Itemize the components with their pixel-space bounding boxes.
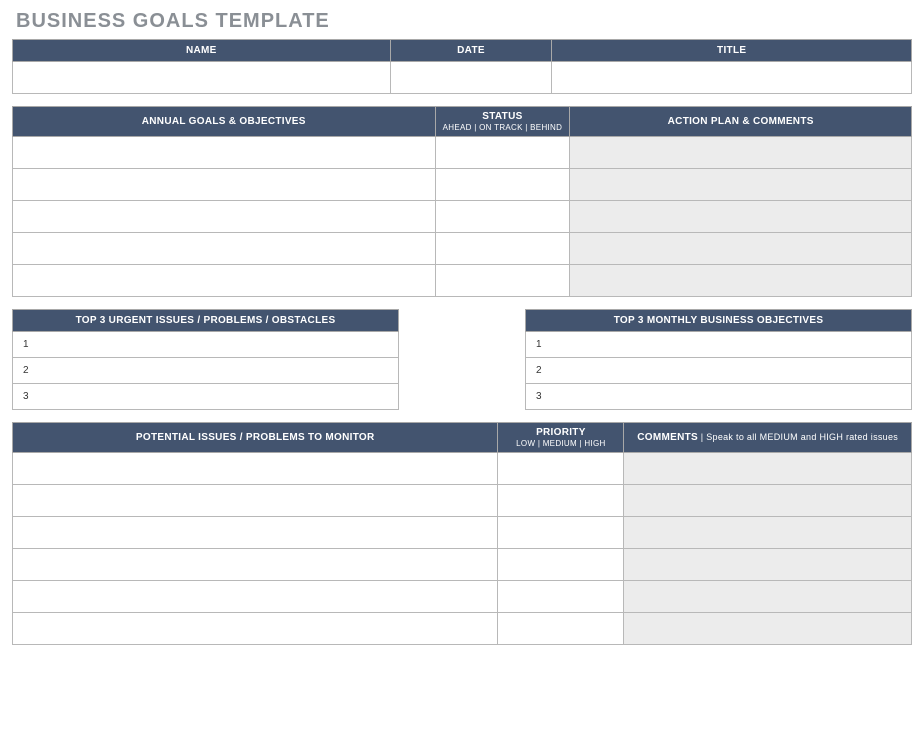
status-cell[interactable] (435, 137, 570, 169)
urgent-header: TOP 3 URGENT ISSUES / PROBLEMS / OBSTACL… (13, 310, 399, 332)
monthly-header: TOP 3 MONTHLY BUSINESS OBJECTIVES (526, 310, 912, 332)
comment-cell[interactable] (624, 453, 912, 485)
table-row (13, 453, 912, 485)
monthly-row[interactable]: 3 (526, 384, 912, 410)
priority-cell[interactable] (498, 517, 624, 549)
potential-col-priority-sub: LOW | MEDIUM | HIGH (504, 439, 617, 448)
urgent-issues-table: TOP 3 URGENT ISSUES / PROBLEMS / OBSTACL… (12, 309, 399, 410)
goals-col-status-label: STATUS (482, 111, 522, 122)
monthly-row[interactable]: 1 (526, 332, 912, 358)
table-row (13, 137, 912, 169)
goals-col-goals: ANNUAL GOALS & OBJECTIVES (13, 107, 436, 137)
action-cell[interactable] (570, 265, 912, 297)
status-cell[interactable] (435, 201, 570, 233)
action-cell[interactable] (570, 233, 912, 265)
header-name-cell[interactable] (13, 62, 391, 94)
header-table: NAME DATE TITLE (12, 39, 912, 94)
table-row (13, 201, 912, 233)
comments-bold: COMMENTS (637, 432, 698, 443)
status-cell[interactable] (435, 169, 570, 201)
goal-cell[interactable] (13, 265, 436, 297)
goals-col-status: STATUS AHEAD | ON TRACK | BEHIND (435, 107, 570, 137)
goal-cell[interactable] (13, 137, 436, 169)
comment-cell[interactable] (624, 581, 912, 613)
header-name-label: NAME (13, 40, 391, 62)
table-row (13, 485, 912, 517)
header-date-cell[interactable] (390, 62, 552, 94)
page-title: BUSINESS GOALS TEMPLATE (16, 10, 912, 33)
action-cell[interactable] (570, 169, 912, 201)
goal-cell[interactable] (13, 233, 436, 265)
table-row (13, 581, 912, 613)
goal-cell[interactable] (13, 169, 436, 201)
priority-cell[interactable] (498, 613, 624, 645)
table-row (13, 613, 912, 645)
potential-col-issues: POTENTIAL ISSUES / PROBLEMS TO MONITOR (13, 423, 498, 453)
header-title-cell[interactable] (552, 62, 912, 94)
issue-cell[interactable] (13, 517, 498, 549)
table-row (13, 265, 912, 297)
status-cell[interactable] (435, 233, 570, 265)
monthly-objectives-table: TOP 3 MONTHLY BUSINESS OBJECTIVES 1 2 3 (525, 309, 912, 410)
priority-cell[interactable] (498, 453, 624, 485)
issue-cell[interactable] (13, 453, 498, 485)
priority-cell[interactable] (498, 485, 624, 517)
table-row (13, 549, 912, 581)
potential-col-priority: PRIORITY LOW | MEDIUM | HIGH (498, 423, 624, 453)
goals-col-status-sub: AHEAD | ON TRACK | BEHIND (442, 123, 564, 132)
comment-cell[interactable] (624, 613, 912, 645)
goal-cell[interactable] (13, 201, 436, 233)
issue-cell[interactable] (13, 549, 498, 581)
urgent-row[interactable]: 2 (13, 358, 399, 384)
priority-cell[interactable] (498, 549, 624, 581)
goals-table: ANNUAL GOALS & OBJECTIVES STATUS AHEAD |… (12, 106, 912, 297)
monthly-row[interactable]: 2 (526, 358, 912, 384)
status-cell[interactable] (435, 265, 570, 297)
action-cell[interactable] (570, 137, 912, 169)
urgent-row[interactable]: 1 (13, 332, 399, 358)
comments-rest: | Speak to all MEDIUM and HIGH rated iss… (698, 432, 898, 442)
table-row (13, 517, 912, 549)
priority-cell[interactable] (498, 581, 624, 613)
header-title-label: TITLE (552, 40, 912, 62)
potential-col-priority-label: PRIORITY (536, 427, 586, 438)
table-row (13, 233, 912, 265)
potential-issues-table: POTENTIAL ISSUES / PROBLEMS TO MONITOR P… (12, 422, 912, 645)
issue-cell[interactable] (13, 581, 498, 613)
potential-col-comments: COMMENTS | Speak to all MEDIUM and HIGH … (624, 423, 912, 453)
comment-cell[interactable] (624, 517, 912, 549)
urgent-row[interactable]: 3 (13, 384, 399, 410)
goals-col-action: ACTION PLAN & COMMENTS (570, 107, 912, 137)
action-cell[interactable] (570, 201, 912, 233)
comment-cell[interactable] (624, 485, 912, 517)
comment-cell[interactable] (624, 549, 912, 581)
issue-cell[interactable] (13, 613, 498, 645)
issue-cell[interactable] (13, 485, 498, 517)
header-date-label: DATE (390, 40, 552, 62)
table-row (13, 169, 912, 201)
